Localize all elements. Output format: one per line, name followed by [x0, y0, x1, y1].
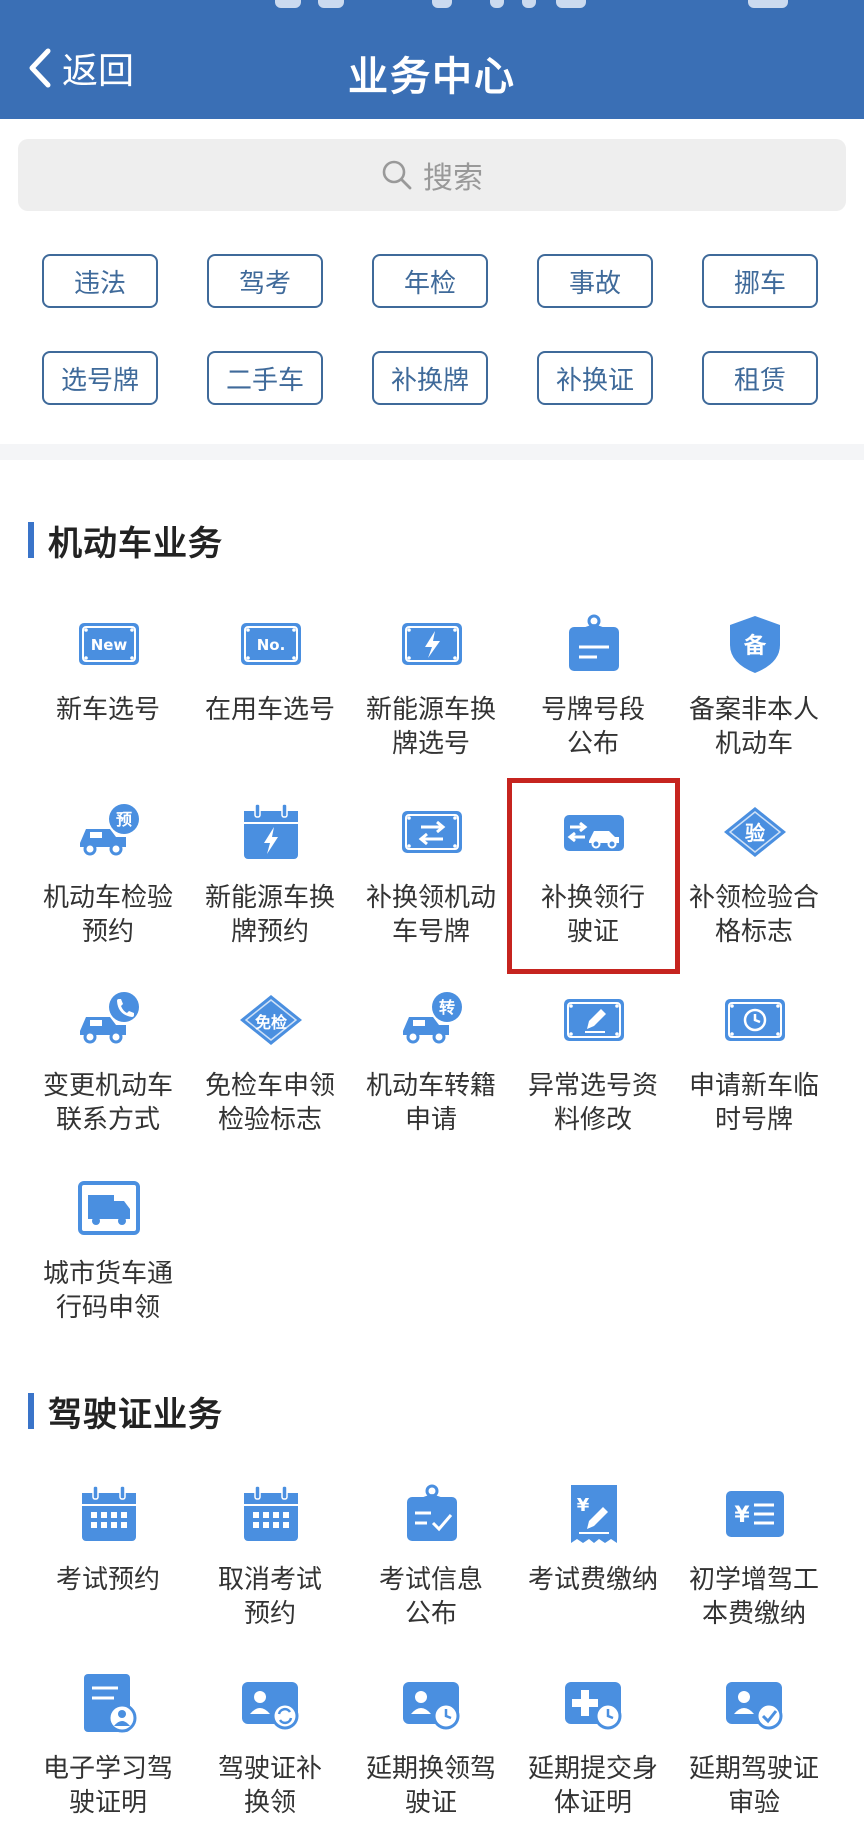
search-placeholder: 搜索 [423, 161, 483, 196]
inspection-mark-icon: 验 [722, 799, 788, 865]
section-divider [0, 444, 864, 460]
no-plate-icon: No. [238, 611, 304, 677]
service-item-label: 补领检验合 格标志 [688, 883, 819, 947]
service-item-label: 考试费缴纳 [527, 1565, 658, 1595]
service-item-label: 取消考试 预约 [217, 1565, 322, 1629]
svg-text:预: 预 [116, 810, 132, 829]
postpone-health-icon [561, 1670, 627, 1736]
service-item-label: 在用车选号 [204, 695, 335, 725]
service-item-label: 变更机动车 联系方式 [42, 1071, 173, 1135]
quick-tag[interactable]: 事故 [537, 254, 653, 308]
service-item-label: 新车选号 [55, 695, 160, 725]
service-item-label: 新能源车换 牌预约 [204, 883, 335, 947]
edit-plate-icon [561, 987, 627, 1053]
postpone-renew-icon [399, 1670, 465, 1736]
service-item-label: 机动车转籍 申请 [365, 1071, 496, 1135]
service-item-label: 新能源车换 牌选号 [365, 695, 496, 759]
service-item-label: 初学增驾工 本费缴纳 [688, 1565, 819, 1629]
search-input[interactable]: 搜索 [18, 139, 846, 211]
exam-calendar-icon [76, 1481, 142, 1547]
plate-notice-icon [561, 611, 627, 677]
service-item-label: 延期驾驶证 审验 [688, 1754, 819, 1818]
exam-fee-icon: ¥ [561, 1481, 627, 1547]
temp-plate-icon [722, 987, 788, 1053]
quick-tag[interactable]: 补换证 [537, 351, 653, 405]
page-title: 业务中心 [348, 54, 516, 100]
quick-tag[interactable]: 选号牌 [42, 351, 158, 405]
ev-plate-icon [399, 611, 465, 677]
license-renew-icon [238, 1670, 304, 1736]
exempt-badge-icon: 免检 [238, 987, 304, 1053]
license-exchange-icon [561, 799, 627, 865]
service-item-label: 申请新车临 时号牌 [688, 1071, 819, 1135]
ev-calendar-icon [238, 799, 304, 865]
quick-tag[interactable]: 驾考 [207, 254, 323, 308]
svg-text:验: 验 [745, 821, 765, 845]
svg-text:¥: ¥ [577, 1495, 590, 1516]
quick-tag[interactable]: 租赁 [702, 351, 818, 405]
license-section-heading: 驾驶证业务 [28, 1391, 223, 1435]
quick-tag[interactable]: 年检 [372, 254, 488, 308]
transfer-icon: 转 [399, 987, 465, 1053]
inspection-booking-icon: 预 [76, 799, 142, 865]
motor-section-title: 机动车业务 [48, 523, 223, 564]
cancel-exam-icon [238, 1481, 304, 1547]
motor-section-heading: 机动车业务 [28, 520, 223, 564]
service-item-label: 延期提交身 体证明 [527, 1754, 658, 1818]
cost-fee-icon: ¥ [722, 1481, 788, 1547]
search-icon [382, 160, 412, 190]
service-item-label: 延期换领驾 驶证 [365, 1754, 496, 1818]
service-item-label: 免检车申领 检验标志 [204, 1071, 335, 1135]
truck-pass-icon [76, 1175, 142, 1241]
e-certificate-icon [76, 1670, 142, 1736]
service-item-label: 城市货车通 行码申领 [42, 1259, 173, 1323]
svg-text:转: 转 [439, 998, 455, 1017]
service-item-label: 补换领行 驶证 [540, 883, 645, 947]
service-item-label: 备案非本人 机动车 [688, 695, 819, 759]
section-accent-bar [28, 1393, 34, 1429]
svg-text:¥: ¥ [734, 1503, 750, 1528]
service-item-label: 补换领机动 车号牌 [365, 883, 496, 947]
license-section-title: 驾驶证业务 [48, 1394, 223, 1435]
svg-text:No.: No. [257, 636, 286, 654]
change-contact-icon [76, 987, 142, 1053]
top-header: 返回 业务中心 [0, 0, 864, 119]
service-item-label: 考试信息 公布 [378, 1565, 483, 1629]
plate-exchange-icon [399, 799, 465, 865]
service-item-label: 电子学习驾 驶证明 [42, 1754, 173, 1818]
quick-tag[interactable]: 二手车 [207, 351, 323, 405]
quick-tag[interactable]: 补换牌 [372, 351, 488, 405]
new-plate-icon: New [76, 611, 142, 677]
service-item-label: 异常选号资 料修改 [527, 1071, 658, 1135]
service-item-label: 考试预约 [55, 1565, 160, 1595]
status-bar [0, 0, 864, 14]
service-item-label: 号牌号段 公布 [540, 695, 645, 759]
svg-text:备: 备 [743, 633, 767, 659]
postpone-review-icon [722, 1670, 788, 1736]
record-shield-icon: 备 [722, 611, 788, 677]
svg-text:New: New [91, 636, 128, 654]
svg-text:免检: 免检 [255, 1013, 287, 1032]
section-accent-bar [28, 522, 34, 558]
exam-notice-icon [399, 1481, 465, 1547]
service-item-label: 机动车检验 预约 [42, 883, 173, 947]
quick-tag[interactable]: 挪车 [702, 254, 818, 308]
quick-tag[interactable]: 违法 [42, 254, 158, 308]
service-item-label: 驾驶证补 换领 [217, 1754, 322, 1818]
